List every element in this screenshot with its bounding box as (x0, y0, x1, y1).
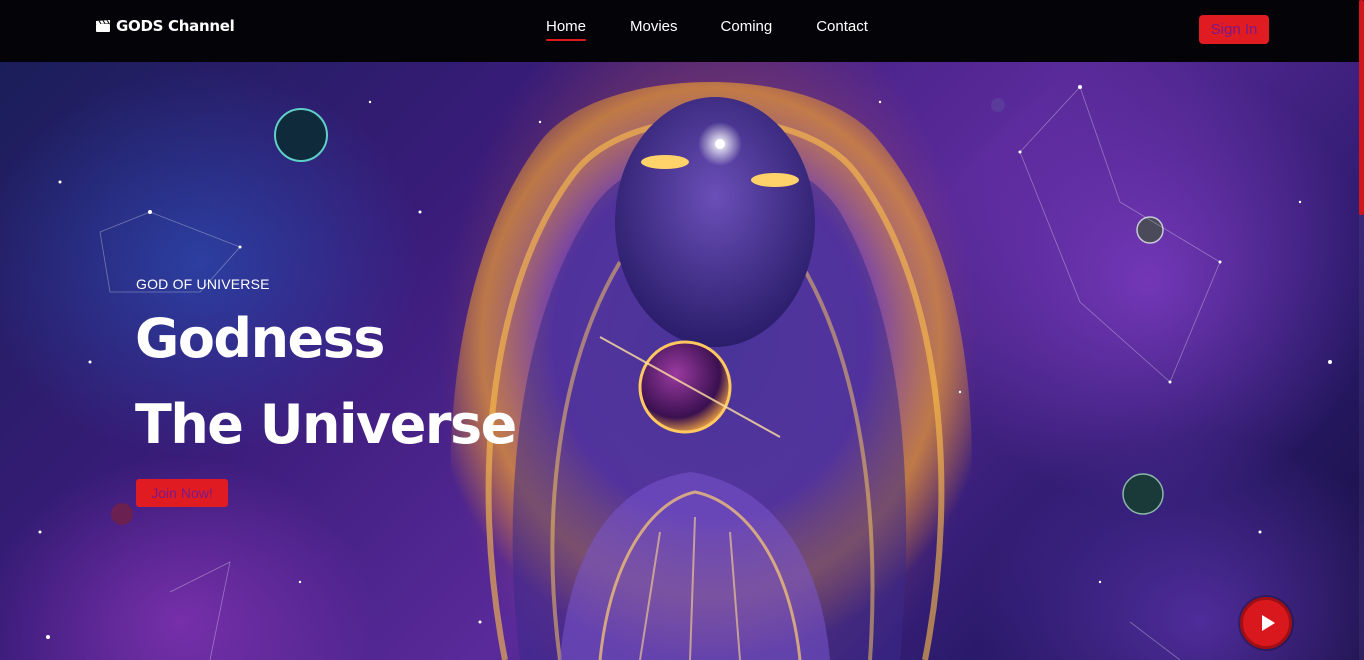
brand-name: GODS Channel (116, 17, 235, 35)
nav-link-contact[interactable]: Contact (816, 18, 868, 41)
clapperboard-icon (96, 20, 110, 32)
sign-in-button[interactable]: Sign In (1199, 15, 1269, 44)
hero-eyebrow: GOD OF UNIVERSE (136, 276, 270, 292)
nav-link-coming[interactable]: Coming (721, 18, 773, 41)
scrollbar-thumb[interactable] (1359, 0, 1364, 215)
main-nav: Home Movies Coming Contact (546, 18, 868, 41)
nav-link-movies[interactable]: Movies (630, 18, 678, 41)
nav-link-home[interactable]: Home (546, 18, 587, 41)
play-video-button[interactable] (1240, 597, 1292, 649)
join-now-button[interactable]: Join Now! (136, 479, 228, 507)
brand-logo[interactable]: GODS Channel (96, 16, 235, 36)
hero-title-line-2: The Universe (135, 393, 517, 456)
play-icon (1261, 615, 1275, 631)
hero-title-line-1: Godness (135, 307, 385, 370)
page-scrollbar[interactable] (1359, 0, 1364, 660)
top-navbar: GODS Channel Home Movies Coming Contact … (0, 0, 1364, 62)
